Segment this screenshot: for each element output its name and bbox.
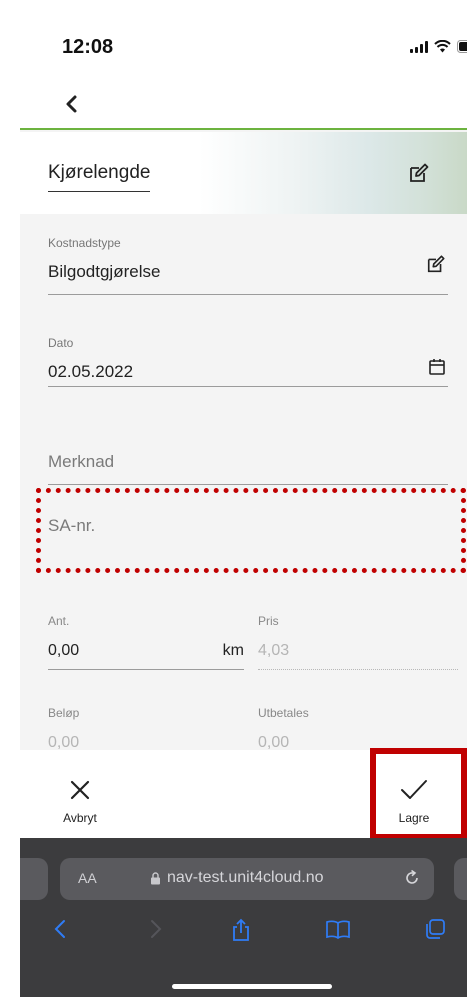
kostnadstype-label: Kostnadstype xyxy=(48,236,121,250)
pris-label: Pris xyxy=(258,614,279,628)
dato-value: 02.05.2022 xyxy=(48,362,134,381)
page-title: Kjørelengde xyxy=(48,162,151,192)
url-display[interactable]: nav-test.unit4cloud.no xyxy=(150,869,324,887)
pris-value: 4,03 xyxy=(258,642,290,659)
cellular-signal-icon xyxy=(410,40,428,53)
ant-field[interactable]: Ant. 0,00 km xyxy=(48,614,244,670)
app-frame: 12:08 Kjørelengde Kostnadstype Bilgodtgj… xyxy=(20,0,467,997)
dato-label: Dato xyxy=(48,336,74,350)
browser-forward-button[interactable] xyxy=(148,918,164,945)
status-icons xyxy=(410,40,467,53)
status-time: 12:08 xyxy=(62,36,114,58)
back-chevron-icon xyxy=(66,95,77,113)
utbetales-field: Utbetales 0,00 xyxy=(258,706,458,752)
merknad-input[interactable]: Merknad xyxy=(48,452,448,492)
bookmarks-button[interactable] xyxy=(325,918,351,945)
previous-tab-stub[interactable] xyxy=(20,858,48,900)
edit-title-button[interactable] xyxy=(408,162,430,189)
next-tab-stub[interactable] xyxy=(454,858,467,900)
battery-icon xyxy=(457,40,467,53)
chevron-left-icon xyxy=(54,920,65,938)
title-banner: Kjørelengde xyxy=(20,132,467,214)
ant-value: 0,00 xyxy=(48,642,80,659)
browser-back-button[interactable] xyxy=(52,918,68,945)
ant-unit: km xyxy=(222,642,244,659)
reload-icon xyxy=(406,869,418,884)
share-icon xyxy=(233,918,249,941)
browser-toolbar: AA nav-test.unit4cloud.no xyxy=(20,838,467,997)
chevron-right-icon xyxy=(151,920,162,938)
ant-value-row: 0,00 km xyxy=(48,642,244,660)
edit-icon xyxy=(410,163,429,182)
wifi-icon xyxy=(434,40,451,53)
close-icon xyxy=(70,780,90,800)
tabs-button[interactable] xyxy=(424,918,446,945)
field-underline xyxy=(48,484,448,485)
field-underline xyxy=(48,669,244,670)
field-underline xyxy=(48,386,448,387)
field-underline xyxy=(258,669,458,670)
address-bar[interactable]: AA nav-test.unit4cloud.no xyxy=(60,858,434,900)
bookmarks-icon xyxy=(326,920,350,940)
edit-icon xyxy=(427,255,445,273)
cancel-label: Avbryt xyxy=(63,811,97,825)
share-button[interactable] xyxy=(230,918,252,947)
url-text: nav-test.unit4cloud.no xyxy=(167,869,324,886)
browser-nav-icons xyxy=(20,918,467,958)
reader-settings-button[interactable]: AA xyxy=(78,870,97,886)
pris-field: Pris 4,03 xyxy=(258,614,458,670)
save-highlight-annotation xyxy=(370,748,467,840)
belop-field: Beløp 0,00 xyxy=(48,706,244,752)
kostnadstype-edit-button[interactable] xyxy=(426,254,446,279)
calendar-button[interactable] xyxy=(428,358,446,381)
kostnadstype-field[interactable]: Kostnadstype Bilgodtgjørelse xyxy=(48,236,448,298)
status-bar: 12:08 xyxy=(20,0,467,84)
nav-bar xyxy=(20,84,467,130)
highlight-annotation xyxy=(36,488,466,573)
cancel-button[interactable]: Avbryt xyxy=(50,778,110,825)
field-underline xyxy=(48,294,448,295)
belop-label: Beløp xyxy=(48,706,80,720)
ant-label: Ant. xyxy=(48,614,70,628)
kostnadstype-value: Bilgodtgjørelse xyxy=(48,262,161,281)
tabs-icon xyxy=(426,919,445,939)
lock-icon xyxy=(151,871,160,884)
reload-button[interactable] xyxy=(402,868,422,893)
calendar-icon xyxy=(429,359,445,375)
utbetales-label: Utbetales xyxy=(258,706,309,720)
back-button[interactable] xyxy=(58,90,88,120)
dato-field[interactable]: Dato 02.05.2022 xyxy=(48,336,448,398)
merknad-placeholder: Merknad xyxy=(48,452,115,471)
home-indicator xyxy=(172,984,332,989)
